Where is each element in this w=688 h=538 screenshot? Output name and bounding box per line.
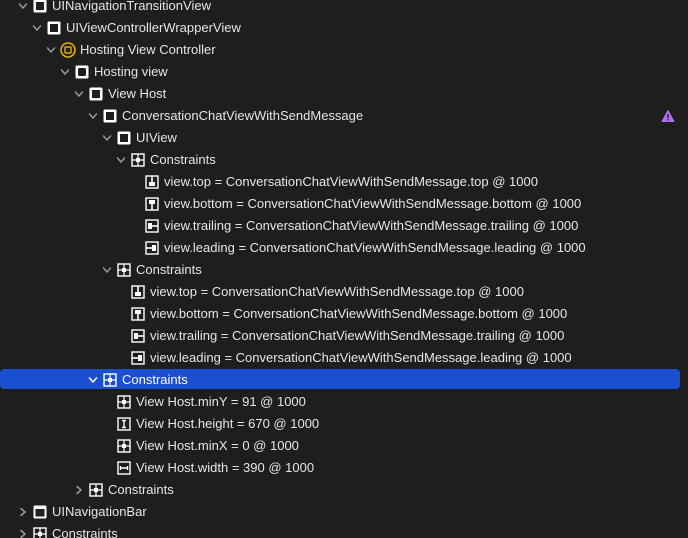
tree-row-view-host[interactable]: View Host — [0, 83, 688, 105]
tree-row-hosting-view[interactable]: Hosting view — [0, 61, 688, 83]
view-hierarchy-outline[interactable]: UINavigationTransitionView UIViewControl… — [0, 0, 688, 538]
tree-row-constraints[interactable]: Constraints — [0, 479, 688, 501]
constraints-group-icon — [117, 263, 131, 277]
tree-row-ui-view-controller-wrapper-view[interactable]: UIViewControllerWrapperView — [0, 17, 688, 39]
trailing-constraint-icon — [145, 219, 159, 233]
tree-row-constraints-selected[interactable]: Constraints — [0, 369, 688, 391]
tree-row-constraint[interactable]: view.leading = ConversationChatViewWithS… — [0, 237, 688, 259]
tree-row-label: view.trailing = ConversationChatViewWith… — [150, 328, 565, 343]
tree-row-constraints[interactable]: Constraints — [0, 149, 688, 171]
tree-row-label: Hosting view — [94, 64, 168, 79]
tree-row-label: view.bottom = ConversationChatViewWithSe… — [150, 306, 568, 321]
tree-row-label: View Host.minY = 91 @ 1000 — [136, 394, 306, 409]
chevron-down-icon[interactable] — [101, 264, 113, 276]
tree-row-label: Constraints — [52, 526, 118, 538]
view-icon — [33, 0, 47, 13]
tree-row-constraint[interactable]: view.trailing = ConversationChatViewWith… — [0, 215, 688, 237]
chevron-right-icon[interactable] — [17, 528, 29, 538]
tree-row-label: view.leading = ConversationChatViewWithS… — [150, 350, 572, 365]
chevron-right-icon[interactable] — [17, 506, 29, 518]
constraint-icon — [117, 439, 131, 453]
tree-row-ui-navigation-transition-view[interactable]: UINavigationTransitionView — [0, 0, 688, 17]
chevron-down-icon[interactable] — [73, 88, 85, 100]
tree-row-label: UINavigationTransitionView — [52, 0, 211, 13]
tree-row-constraints[interactable]: Constraints — [0, 259, 688, 281]
tree-row-constraint[interactable]: View Host.height = 670 @ 1000 — [0, 413, 688, 435]
chevron-down-icon[interactable] — [101, 132, 113, 144]
top-constraint-icon — [131, 285, 145, 299]
selection-highlight — [0, 369, 680, 389]
tree-row-hosting-view-controller[interactable]: Hosting View Controller — [0, 39, 688, 61]
leading-constraint-icon — [131, 351, 145, 365]
tree-row-label: UIView — [136, 130, 177, 145]
tree-row-label: Constraints — [108, 482, 174, 497]
tree-row-constraint[interactable]: view.bottom = ConversationChatViewWithSe… — [0, 193, 688, 215]
purple-warning-icon[interactable] — [661, 109, 675, 123]
constraints-group-icon — [103, 373, 117, 387]
tree-row-ui-navigation-bar[interactable]: UINavigationBar — [0, 501, 688, 523]
tree-row-ui-view[interactable]: UIView — [0, 127, 688, 149]
tree-row-label: Constraints — [122, 372, 188, 387]
tree-row-label: view.trailing = ConversationChatViewWith… — [164, 218, 579, 233]
view-icon — [47, 21, 61, 35]
tree-row-constraint[interactable]: View Host.minX = 0 @ 1000 — [0, 435, 688, 457]
tree-row-label: view.leading = ConversationChatViewWithS… — [164, 240, 586, 255]
constraints-group-icon — [131, 153, 145, 167]
chevron-down-icon[interactable] — [45, 44, 57, 56]
tree-row-label: Hosting View Controller — [80, 42, 216, 57]
tree-row-label: View Host — [108, 86, 167, 101]
tree-row-label: view.top = ConversationChatViewWithSendM… — [164, 174, 538, 189]
chevron-down-icon[interactable] — [17, 0, 29, 12]
view-icon — [103, 109, 117, 123]
height-constraint-icon — [117, 417, 131, 431]
leading-constraint-icon — [145, 241, 159, 255]
tree-row-label: ConversationChatViewWithSendMessage — [122, 108, 364, 123]
bottom-constraint-icon — [131, 307, 145, 321]
tree-row-constraint[interactable]: view.trailing = ConversationChatViewWith… — [0, 325, 688, 347]
tree-row-label: Constraints — [150, 152, 216, 167]
tree-row-constraint[interactable]: view.top = ConversationChatViewWithSendM… — [0, 281, 688, 303]
view-icon — [117, 131, 131, 145]
chevron-down-icon[interactable] — [31, 22, 43, 34]
constraints-group-icon — [89, 483, 103, 497]
tree-row-label: view.top = ConversationChatViewWithSendM… — [150, 284, 524, 299]
constraints-group-icon — [33, 527, 47, 538]
chevron-down-icon[interactable] — [115, 154, 127, 166]
chevron-down-icon[interactable] — [87, 110, 99, 122]
tree-row-label: view.bottom = ConversationChatViewWithSe… — [164, 196, 582, 211]
chevron-right-icon[interactable] — [73, 484, 85, 496]
tree-row-label: Constraints — [136, 262, 202, 277]
tree-row-constraint[interactable]: view.bottom = ConversationChatViewWithSe… — [0, 303, 688, 325]
tree-row-constraint[interactable]: View Host.minY = 91 @ 1000 — [0, 391, 688, 413]
top-constraint-icon — [145, 175, 159, 189]
bottom-constraint-icon — [145, 197, 159, 211]
tree-row-label: View Host.height = 670 @ 1000 — [136, 416, 320, 431]
view-icon — [89, 87, 103, 101]
view-controller-icon — [60, 42, 76, 58]
hosting-view-icon — [75, 65, 89, 79]
chevron-down-icon[interactable] — [87, 374, 99, 386]
constraint-icon — [117, 395, 131, 409]
nav-bar-icon — [33, 505, 47, 519]
tree-row-label: UINavigationBar — [52, 504, 147, 519]
tree-row-label: UIViewControllerWrapperView — [66, 20, 241, 35]
width-constraint-icon — [117, 461, 131, 475]
tree-row-constraints[interactable]: Constraints — [0, 523, 688, 538]
trailing-constraint-icon — [131, 329, 145, 343]
tree-row-constraint[interactable]: View Host.width = 390 @ 1000 — [0, 457, 688, 479]
tree-row-label: View Host.minX = 0 @ 1000 — [136, 438, 299, 453]
tree-row-constraint[interactable]: view.leading = ConversationChatViewWithS… — [0, 347, 688, 369]
tree-row-label: View Host.width = 390 @ 1000 — [136, 460, 315, 475]
chevron-down-icon[interactable] — [59, 66, 71, 78]
tree-row-conversation-chat-view[interactable]: ConversationChatViewWithSendMessage — [0, 105, 688, 127]
tree-row-constraint[interactable]: view.top = ConversationChatViewWithSendM… — [0, 171, 688, 193]
